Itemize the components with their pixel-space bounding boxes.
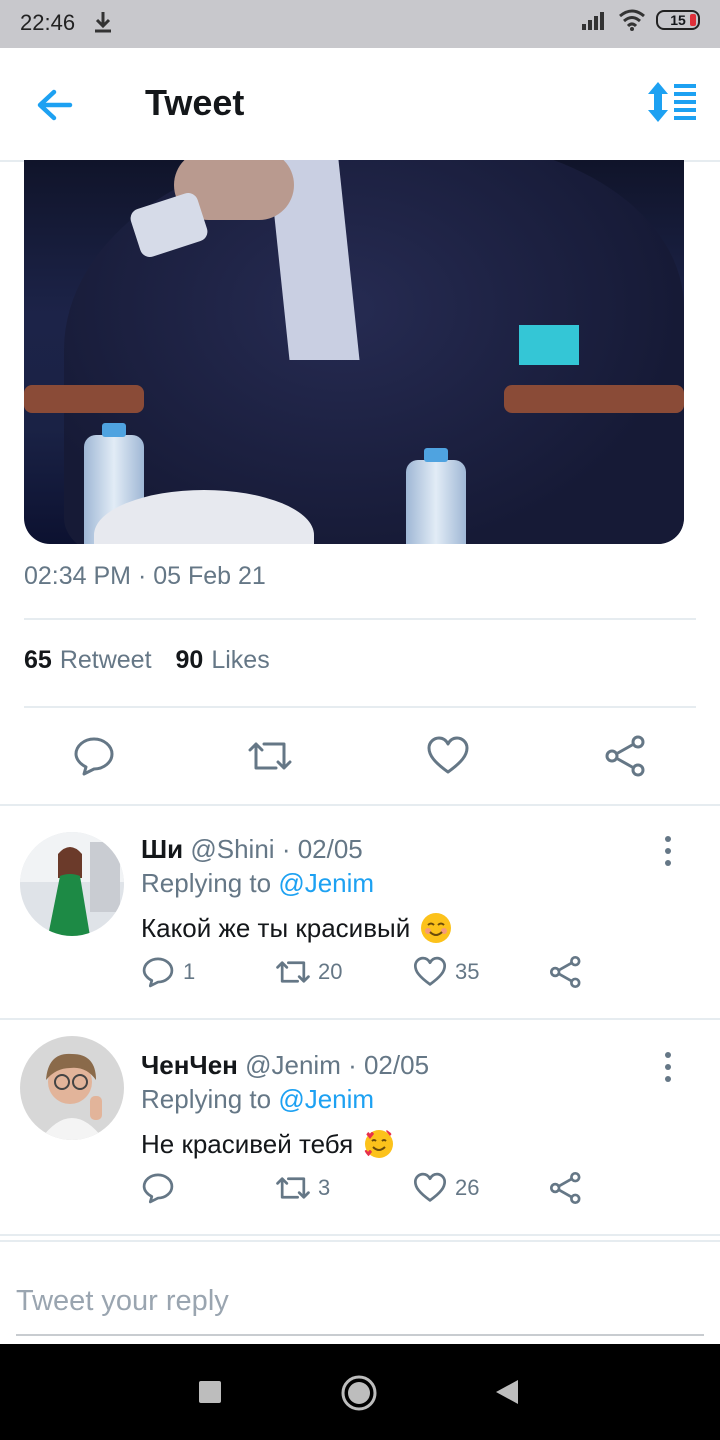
heart-icon (413, 1172, 447, 1202)
mention-link[interactable]: @Jenim (278, 1084, 374, 1114)
reply-date: · 02/05 (281, 834, 363, 864)
battery-level: 15 (670, 12, 686, 28)
retweet-icon (276, 1177, 310, 1199)
reply-date: · 02/05 (348, 1050, 430, 1080)
replying-to: Replying to @Jenim (141, 1084, 374, 1115)
photo-chair (24, 385, 144, 413)
retweet-count: 65 (24, 646, 52, 674)
reply-body: Какой же ты красивый (141, 912, 411, 943)
more-options-icon[interactable] (660, 1050, 676, 1084)
reply-header: Ши @Shini · 02/05 (141, 834, 363, 865)
reply-count: 1 (183, 959, 196, 984)
more-options-icon[interactable] (660, 834, 676, 868)
home-icon[interactable] (340, 1374, 378, 1412)
back-icon[interactable] (494, 1378, 520, 1406)
share-action[interactable] (549, 954, 583, 990)
reply-input[interactable] (16, 1268, 704, 1336)
reply-text: Какой же ты красивый (141, 912, 452, 944)
status-bar: 22:46 15 (0, 0, 720, 48)
retweet-count: 3 (318, 1175, 331, 1200)
divider (24, 706, 696, 708)
tweet-timestamp: 02:34 PM · 05 Feb 21 (24, 562, 266, 590)
photo-background-detail (519, 325, 579, 365)
wifi-icon (619, 9, 645, 31)
page-title: Tweet (145, 82, 245, 123)
reply-body: Не красивей тебя (141, 1128, 354, 1159)
download-icon (95, 12, 111, 33)
reply-icon (142, 1173, 174, 1204)
tweet-stats: 65 Retweet 90 Likes (24, 646, 270, 675)
share-icon[interactable] (604, 734, 648, 778)
reply-author-handle[interactable]: @Jenim (245, 1050, 341, 1080)
divider (24, 618, 696, 620)
battery-indicator: 15 (656, 10, 700, 30)
avatar[interactable] (20, 1036, 124, 1140)
replying-prefix: Replying to (141, 868, 272, 898)
reply-item[interactable]: Ши @Shini · 02/05 Replying to @Jenim Как… (0, 804, 720, 1020)
reply-action[interactable]: 1 (141, 954, 195, 990)
retweet-label[interactable]: Retweet (60, 646, 152, 674)
reply-composer (0, 1240, 720, 1346)
mention-link[interactable]: @Jenim (278, 868, 374, 898)
system-nav-bar (0, 1344, 720, 1440)
like-action[interactable]: 35 (413, 954, 479, 990)
share-action[interactable] (549, 1170, 583, 1206)
retweet-action[interactable]: 20 (276, 954, 342, 990)
retweet-action[interactable]: 3 (276, 1170, 330, 1206)
replying-to: Replying to @Jenim (141, 868, 374, 899)
share-icon (549, 1171, 581, 1205)
replying-prefix: Replying to (141, 1084, 272, 1114)
retweet-count: 20 (318, 959, 343, 984)
heart-icon (413, 956, 447, 986)
reply-author-name[interactable]: ЧенЧен (141, 1050, 238, 1080)
reply-icon (142, 957, 174, 988)
reply-item[interactable]: ЧенЧен @Jenim · 02/05 Replying to @Jenim… (0, 1020, 720, 1236)
battery-low-fill (690, 14, 696, 26)
heart-icon[interactable] (426, 734, 470, 778)
reply-icon[interactable] (72, 734, 116, 778)
retweet-icon (276, 961, 310, 983)
reply-author-handle[interactable]: @Shini (190, 834, 274, 864)
signal-icon (582, 12, 604, 30)
avatar[interactable] (20, 832, 124, 936)
reply-action[interactable] (141, 1170, 183, 1206)
like-action[interactable]: 26 (413, 1170, 479, 1206)
reply-author-name[interactable]: Ши (141, 834, 183, 864)
photo-bottle (406, 448, 466, 544)
recents-icon[interactable] (198, 1380, 222, 1404)
like-count: 90 (175, 646, 204, 674)
like-count: 35 (455, 959, 480, 984)
retweet-icon[interactable] (248, 734, 292, 778)
photo-chair (504, 385, 684, 413)
tweet-media-image[interactable] (24, 160, 684, 544)
share-icon (549, 955, 581, 989)
tweet-action-bar (0, 722, 720, 806)
smiling-face-with-hearts-icon (364, 1129, 395, 1158)
arrow-left-icon[interactable] (30, 84, 82, 126)
reply-header: ЧенЧен @Jenim · 02/05 (141, 1050, 429, 1081)
like-count: 26 (455, 1175, 480, 1200)
app-header: Tweet (0, 48, 720, 162)
status-time: 22:46 (20, 10, 76, 35)
smiling-face-icon (421, 913, 452, 943)
reply-text: Не красивей тебя (141, 1128, 395, 1160)
sort-icon[interactable] (646, 80, 698, 124)
likes-label[interactable]: Likes (211, 646, 269, 674)
